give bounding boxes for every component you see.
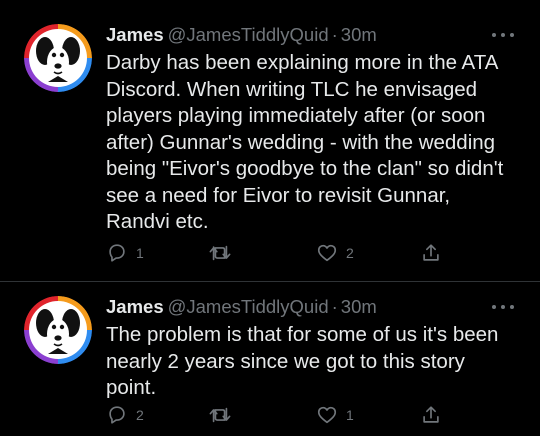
tweet-text: The problem is that for some of us it's … — [106, 323, 499, 399]
timestamp[interactable]: 30m — [341, 296, 377, 317]
like-button[interactable]: 1 — [316, 402, 354, 428]
tweet[interactable]: James @JamesTiddlyQuid · 30m Darby has been… — [0, 0, 540, 282]
more-horizontal-icon[interactable] — [492, 304, 514, 310]
retweet-icon — [209, 407, 231, 423]
tweet-header: James @JamesTiddlyQuid · 30m — [106, 294, 377, 320]
separator-dot: · — [331, 24, 338, 45]
avatar[interactable] — [24, 296, 92, 364]
share-button[interactable] — [420, 240, 442, 266]
tweet[interactable]: James @JamesTiddlyQuid · 30m The problem is… — [0, 282, 540, 436]
retweet-button[interactable] — [208, 402, 240, 428]
tweet-header: James @JamesTiddlyQuid · 30m — [106, 22, 377, 48]
share-icon — [423, 406, 439, 423]
reply-icon — [109, 244, 125, 262]
timestamp[interactable]: 30m — [341, 24, 377, 45]
tweet-text: Darby has been explaining more in the AT… — [106, 51, 504, 233]
reply-button[interactable]: 2 — [106, 402, 144, 428]
like-button[interactable]: 2 — [316, 240, 354, 266]
display-name[interactable]: James — [106, 24, 164, 45]
share-icon — [423, 244, 439, 261]
like-count: 1 — [346, 407, 354, 423]
tweet-actions: 1 2 — [106, 240, 446, 266]
heart-icon — [317, 406, 337, 424]
heart-icon — [317, 244, 337, 262]
tweet-actions: 2 1 — [106, 402, 446, 428]
user-handle[interactable]: @JamesTiddlyQuid — [168, 296, 329, 317]
reply-button[interactable]: 1 — [106, 240, 144, 266]
user-handle[interactable]: @JamesTiddlyQuid — [168, 24, 329, 45]
display-name[interactable]: James — [106, 296, 164, 317]
avatar[interactable] — [24, 24, 92, 92]
retweet-icon — [209, 245, 231, 261]
more-horizontal-icon[interactable] — [492, 32, 514, 38]
retweet-button[interactable] — [208, 240, 240, 266]
reply-count: 1 — [136, 245, 144, 261]
separator-dot: · — [331, 296, 338, 317]
like-count: 2 — [346, 245, 354, 261]
share-button[interactable] — [420, 402, 442, 428]
reply-icon — [109, 406, 125, 424]
reply-count: 2 — [136, 407, 144, 423]
